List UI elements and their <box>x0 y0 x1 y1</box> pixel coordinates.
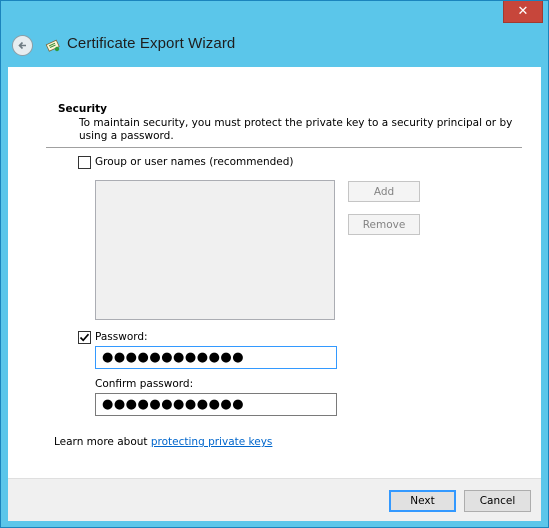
confirm-password-input[interactable]: ●●●●●●●●●●●● <box>95 393 337 416</box>
learn-more-text: Learn more about protecting private keys <box>54 436 272 448</box>
next-button[interactable]: Next <box>389 490 456 512</box>
back-button[interactable] <box>12 35 33 56</box>
confirm-password-input-value: ●●●●●●●●●●●● <box>102 397 245 412</box>
password-label: Password: <box>95 331 148 343</box>
wizard-window: ✕ Certificate Export Wizard Security To … <box>0 0 549 528</box>
group-names-checkbox[interactable] <box>78 156 91 169</box>
password-input[interactable]: ●●●●●●●●●●●● <box>95 346 337 369</box>
wizard-title: Certificate Export Wizard <box>67 35 236 52</box>
password-checkbox[interactable] <box>78 331 91 344</box>
cancel-button[interactable]: Cancel <box>464 490 531 512</box>
checkmark-icon <box>79 333 90 342</box>
learn-more-prefix: Learn more about <box>54 436 151 448</box>
back-arrow-icon <box>18 41 26 50</box>
remove-button[interactable]: Remove <box>348 214 420 235</box>
cancel-button-label: Cancel <box>479 495 516 507</box>
next-button-label: Next <box>410 495 435 507</box>
close-icon: ✕ <box>517 4 529 19</box>
wizard-content: Security To maintain security, you must … <box>8 67 541 478</box>
add-button[interactable]: Add <box>348 181 420 202</box>
close-button[interactable]: ✕ <box>503 1 543 23</box>
certificate-icon <box>45 39 60 52</box>
remove-button-label: Remove <box>362 218 406 231</box>
confirm-password-label: Confirm password: <box>95 378 194 390</box>
group-names-label: Group or user names (recommended) <box>95 156 294 168</box>
section-heading: Security <box>58 103 108 115</box>
protecting-private-keys-link[interactable]: protecting private keys <box>151 436 273 448</box>
wizard-footer: Next Cancel <box>8 478 541 521</box>
password-input-value: ●●●●●●●●●●●● <box>102 350 245 365</box>
add-button-label: Add <box>373 185 395 198</box>
section-description: To maintain security, you must protect t… <box>79 117 513 142</box>
principal-listbox[interactable] <box>95 180 335 320</box>
separator <box>46 147 522 148</box>
